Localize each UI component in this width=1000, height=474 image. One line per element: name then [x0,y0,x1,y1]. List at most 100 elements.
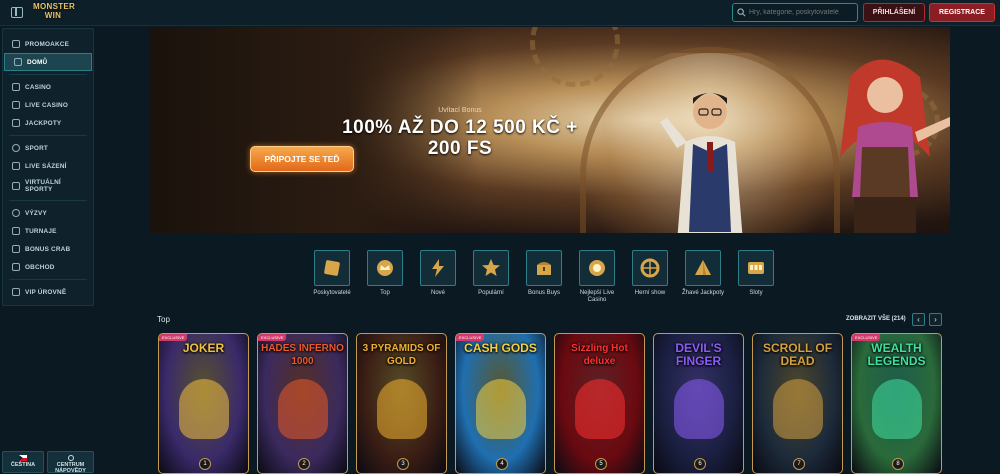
category-label: Žhavé Jackpoty [681,290,725,296]
game-title: 3 PYRAMIDS OF GOLD [362,343,441,367]
banner-subtitle: Uvítací Bonus [438,107,482,114]
category-providers[interactable]: Poskytovatelé [307,250,357,297]
category-label: Poskytovatelé [313,290,351,296]
game-card[interactable]: EXCLUSIVE JOKER 1 [158,333,249,474]
sidebar-item-label: JACKPOTY [25,119,62,127]
search-box[interactable] [732,3,858,22]
category-label: Nové [430,290,445,296]
category-bonus-buys[interactable]: Bonus Buys [519,250,569,297]
banner-character-man [660,93,743,233]
login-button[interactable]: PŘIHLÁŠENÍ [863,3,925,22]
jackpot-icon [12,119,20,127]
crab-icon [12,245,20,253]
divider [9,135,87,136]
game-rank: 2 [298,458,310,470]
game-card[interactable]: Sizzling Hot deluxe 5 [554,333,645,474]
menu-toggle-icon[interactable] [11,7,23,18]
game-art [179,379,229,439]
slot-icon [738,250,774,286]
game-rank: 4 [496,458,508,470]
sidebar-item-label: TURNAJE [25,227,57,235]
category-label: Populární [478,290,504,296]
trophy-icon [12,227,20,235]
banner-character-woman [840,59,950,233]
category-popular[interactable]: Populární [466,250,516,297]
sidebar-item-domu[interactable]: DOMŮ [4,53,92,71]
game-card[interactable]: SCROLL OF DEAD 7 [752,333,843,474]
promo-banner[interactable]: Uvítací Bonus 100% AŽ DO 12 500 KČ + 200… [150,27,950,233]
sidebar-item-sport[interactable]: SPORT [3,139,93,157]
logo-text-top: MONSTER [33,2,76,11]
help-icon [67,455,74,461]
crown-icon [12,288,20,296]
sidebar-item-label: LIVE CASINO [25,101,69,109]
game-card[interactable]: 3 PYRAMIDS OF GOLD 3 [356,333,447,474]
section-title: Top [157,315,170,324]
sidebar-item-live-casino[interactable]: LIVE CASINO [3,96,93,114]
virtual-icon [12,182,20,190]
sidebar-item-jackpoty[interactable]: JACKPOTY [3,114,93,132]
category-label: Bonus Buys [527,290,561,296]
category-top[interactable]: Top [360,250,410,297]
sidebar-item-turnaje[interactable]: TURNAJE [3,222,93,240]
chip-icon [579,250,615,286]
category-label: Top [380,290,390,296]
show-all-link[interactable]: ZOBRAZIT VŠE (214) [846,316,906,322]
divider [9,200,87,201]
join-now-button[interactable]: PŘIPOJTE SE TEĎ [250,146,354,172]
lightning-icon [420,250,456,286]
next-arrow-icon[interactable]: › [929,313,942,326]
category-game-show[interactable]: Herní show [625,250,675,297]
logo[interactable]: MONSTER WIN [33,2,76,24]
star-icon [473,250,509,286]
sidebar-item-bonus-crab[interactable]: BONUS CRAB [3,240,93,258]
game-card[interactable]: DEVIL'S FINGER 6 [653,333,744,474]
search-input[interactable] [749,9,854,16]
game-rank: 5 [595,458,607,470]
game-card[interactable]: EXCLUSIVE WEALTH LEGENDS 8 [851,333,942,474]
game-tag: EXCLUSIVE [258,334,287,341]
category-hot-jackpots[interactable]: Žhavé Jackpoty [678,250,728,297]
sidebar-item-label: OBCHOD [25,263,55,271]
sidebar-item-live-sazeni[interactable]: LIVE SÁZENÍ [3,157,93,175]
sidebar-item-obchod[interactable]: OBCHOD [3,258,93,276]
category-best-live-casino[interactable]: Nejlepší Live Casino [572,250,622,304]
banner-title-line1: 100% AŽ DO 12 500 KČ + [342,117,578,138]
sidebar-item-label: CASINO [25,83,52,91]
sidebar-item-label: LIVE SÁZENÍ [25,162,67,170]
czech-flag-icon [19,455,27,461]
game-title: SCROLL OF DEAD [762,341,833,368]
game-card[interactable]: EXCLUSIVE CASH GODS 4 [455,333,546,474]
games-carousel: EXCLUSIVE JOKER 1 EXCLUSIVE HADES INFERNO 10… [158,333,943,474]
top-bar: MONSTER WIN PŘIHLÁŠENÍ REGISTRACE [0,0,1000,26]
live-bet-icon [12,162,20,170]
sidebar: PROMOAKCE DOMŮ CASINO LIVE CASINO JACKPO… [2,28,94,306]
gear-icon [530,27,620,87]
help-center-button[interactable]: CENTRUM NÁPOVĚDY [47,451,94,474]
category-label: Nejlepší Live Casino [579,290,615,303]
sidebar-item-casino[interactable]: CASINO [3,78,93,96]
gift-icon [12,40,20,48]
game-card[interactable]: EXCLUSIVE HADES INFERNO 1000 2 [257,333,348,474]
target-icon [12,209,20,217]
register-button[interactable]: REGISTRACE [929,3,995,22]
game-tag: EXCLUSIVE [852,334,881,341]
language-button[interactable]: ČEŠTINA [2,451,44,473]
sidebar-item-promoakce[interactable]: PROMOAKCE [3,35,93,53]
game-rank: 6 [694,458,706,470]
game-title: Sizzling Hot deluxe [571,343,628,367]
category-new[interactable]: Nové [413,250,463,297]
category-slots[interactable]: Sloty [731,250,781,297]
game-tag: EXCLUSIVE [456,334,485,341]
sidebar-item-vip-urovne[interactable]: VIP ÚROVNĚ [3,283,93,301]
game-rank: 3 [397,458,409,470]
sidebar-item-vyzvy[interactable]: VÝZVY [3,204,93,222]
category-label: Herní show [634,290,666,296]
sidebar-item-label: SPORT [25,144,49,152]
game-rank: 1 [199,458,211,470]
help-label-line2: NÁPOVĚDY [55,468,86,474]
sidebar-item-virtualni-sporty[interactable]: VIRTUÁLNÍ SPORTY [3,175,93,197]
prev-arrow-icon[interactable]: ‹ [912,313,925,326]
sidebar-item-label: PROMOAKCE [25,40,70,48]
sidebar-item-label: VÝZVY [25,209,47,217]
